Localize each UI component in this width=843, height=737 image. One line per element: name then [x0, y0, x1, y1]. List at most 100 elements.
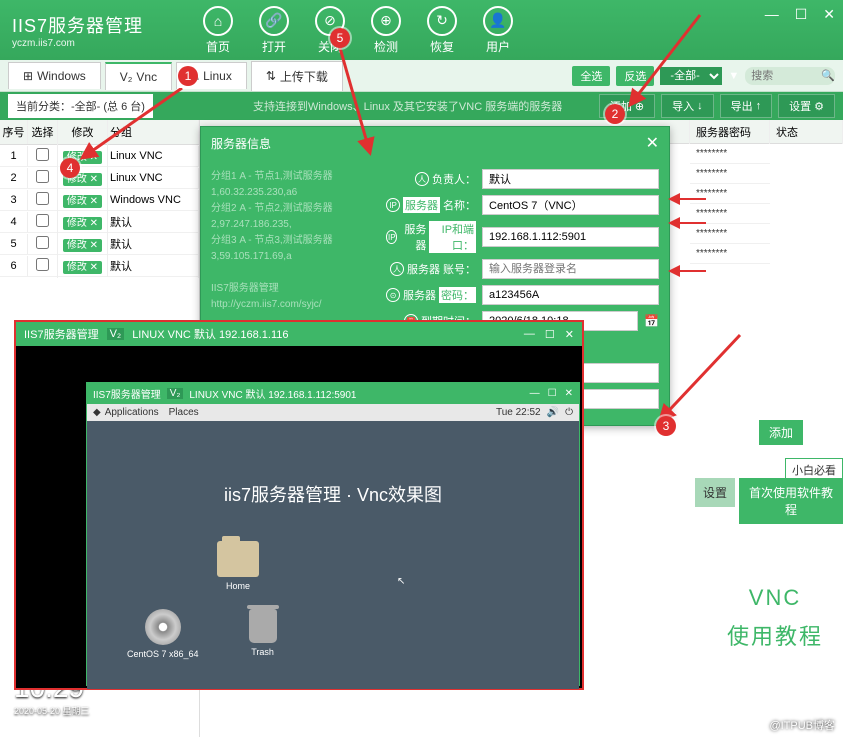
- windows-icon: ⊞: [23, 69, 33, 83]
- folder-icon: [217, 541, 259, 577]
- nav-open[interactable]: 🔗打开: [259, 6, 289, 55]
- ip-icon: IP: [386, 230, 397, 244]
- logo: IIS7服务器管理 yczm.iis7.com: [12, 12, 143, 49]
- password-mask: ********: [690, 144, 770, 164]
- vnc-inner-titlebar[interactable]: IIS7服务器管理 V₂ LINUX VNC 默认 192.168.1.112:…: [87, 383, 579, 404]
- password-mask: ********: [690, 224, 770, 244]
- gnome-places[interactable]: Places: [169, 407, 199, 418]
- app-url: yczm.iis7.com: [12, 38, 143, 49]
- name-input[interactable]: [482, 195, 659, 215]
- transfer-icon: ⇅: [266, 69, 276, 83]
- vnc-inner-min-icon[interactable]: —: [530, 388, 540, 399]
- nav-detect[interactable]: ⊕检测: [371, 6, 401, 55]
- vnc-badge: V₂: [107, 328, 125, 340]
- edit-button[interactable]: 修改 ✕: [63, 195, 102, 208]
- cursor-icon: ↖: [397, 576, 405, 587]
- tab-vnc[interactable]: V₂Vnc: [105, 62, 172, 90]
- edit-button[interactable]: 修改 ✕: [63, 239, 102, 252]
- window-controls: — ☐ ✕: [765, 6, 835, 23]
- import-button[interactable]: 导入↓: [661, 94, 714, 118]
- vnc-outer-titlebar[interactable]: IIS7服务器管理 V₂ LINUX VNC 默认 192.168.1.116 …: [16, 322, 582, 346]
- vnc-badge-inner: V₂: [167, 388, 184, 399]
- app-header: IIS7服务器管理 yczm.iis7.com ⌂首页 🔗打开 ⊘关闭 ⊕检测 …: [0, 0, 843, 60]
- gnome-logo-icon[interactable]: ◆: [93, 407, 101, 418]
- trash-icon-item[interactable]: Trash: [249, 609, 277, 659]
- minimize-icon[interactable]: —: [765, 6, 779, 23]
- select-all-button[interactable]: 全选: [572, 66, 610, 86]
- nav-user[interactable]: 👤用户: [483, 6, 513, 55]
- row-checkbox[interactable]: [36, 236, 49, 249]
- search-icon[interactable]: 🔍: [821, 69, 835, 82]
- tab-transfer[interactable]: ⇅上传下载: [251, 61, 343, 91]
- desktop-caption: iis7服务器管理 · Vnc效果图: [224, 481, 442, 507]
- annotation-2: 2: [605, 104, 625, 124]
- vnc-min-icon[interactable]: —: [524, 328, 535, 341]
- gnome-applications[interactable]: Applications: [105, 407, 159, 418]
- table-row[interactable]: 4修改 ✕默认: [0, 211, 199, 233]
- hint-text: 支持连接到Windows、Linux 及其它安装了VNC 服务端的服务器: [253, 98, 562, 114]
- import-icon: ↓: [697, 100, 703, 112]
- table-row[interactable]: 3修改 ✕Windows VNC: [0, 189, 199, 211]
- tab-bar: ⊞Windows V₂Vnc ΔLinux ⇅上传下载 全选 反选 -全部- ▼…: [0, 60, 843, 92]
- password-mask: ********: [690, 244, 770, 264]
- invert-select-button[interactable]: 反选: [616, 66, 654, 86]
- user-input[interactable]: [482, 259, 659, 279]
- person-icon: 人: [415, 172, 429, 186]
- gnome-top-bar: ◆ Applications Places Tue 22:52🔊⏻: [87, 404, 579, 421]
- dialog-add-button[interactable]: 添加: [759, 420, 803, 445]
- row-checkbox[interactable]: [36, 258, 49, 271]
- table-header: 序号 选择 修改 分组: [0, 120, 199, 145]
- password-mask: ********: [690, 204, 770, 224]
- owner-input[interactable]: [482, 169, 659, 189]
- home-folder[interactable]: Home: [217, 541, 259, 591]
- nav-restore[interactable]: ↻恢复: [427, 6, 457, 55]
- edit-button[interactable]: 修改 ✕: [63, 261, 102, 274]
- first-use-tutorial[interactable]: 首次使用软件教程: [739, 478, 843, 524]
- account-icon: 人: [390, 262, 404, 276]
- app-title: IIS7服务器管理: [12, 12, 143, 38]
- annotation-3: 3: [656, 416, 676, 436]
- volume-icon[interactable]: 🔊: [547, 407, 559, 418]
- row-checkbox[interactable]: [36, 148, 49, 161]
- dialog-close-icon[interactable]: ✕: [646, 133, 659, 153]
- maximize-icon[interactable]: ☐: [795, 6, 808, 23]
- vnc-inner-close-icon[interactable]: ✕: [565, 388, 573, 399]
- vnc-close-icon[interactable]: ✕: [565, 328, 574, 341]
- password-mask: ********: [690, 184, 770, 204]
- row-checkbox[interactable]: [36, 192, 49, 205]
- server-icon: IP: [386, 198, 400, 212]
- export-button[interactable]: 导出↑: [720, 94, 773, 118]
- calendar-picker-icon[interactable]: 📅: [644, 314, 659, 328]
- ip-input[interactable]: [482, 227, 659, 247]
- table-row[interactable]: 2修改 ✕Linux VNC: [0, 167, 199, 189]
- sub-toolbar: 当前分类：-全部- (总 6 台) 支持连接到Windows、Linux 及其它…: [0, 92, 843, 120]
- dialog-title: 服务器信息: [211, 135, 271, 152]
- close-window-icon[interactable]: ✕: [823, 6, 835, 23]
- plus-icon: ⊕: [635, 100, 644, 113]
- power-icon[interactable]: ⏻: [565, 407, 573, 418]
- lock-icon: ⊙: [386, 288, 400, 302]
- gear-icon: ⚙: [814, 100, 824, 113]
- password-mask: ********: [690, 164, 770, 184]
- pwd-input[interactable]: [482, 285, 659, 305]
- vnc-desktop[interactable]: iis7服务器管理 · Vnc效果图 Home CentOS 7 x86_64 …: [87, 421, 579, 689]
- row-checkbox[interactable]: [36, 170, 49, 183]
- edit-button[interactable]: 修改 ✕: [63, 217, 102, 230]
- vnc-max-icon[interactable]: ☐: [545, 328, 555, 341]
- disc-icon-item[interactable]: CentOS 7 x86_64: [127, 609, 199, 659]
- user-icon: 👤: [483, 6, 513, 36]
- category-label: 当前分类：-全部- (总 6 台): [8, 94, 153, 118]
- vnc-inner-max-icon[interactable]: ☐: [548, 388, 557, 399]
- row-checkbox[interactable]: [36, 214, 49, 227]
- side-setting-button[interactable]: 设置: [695, 478, 735, 507]
- filter-select[interactable]: -全部-: [660, 67, 722, 85]
- table-row[interactable]: 5修改 ✕默认: [0, 233, 199, 255]
- detect-icon: ⊕: [371, 6, 401, 36]
- table-row[interactable]: 1修改 ✕Linux VNC: [0, 145, 199, 167]
- link-icon: 🔗: [259, 6, 289, 36]
- table-row[interactable]: 6修改 ✕默认: [0, 255, 199, 277]
- tab-windows[interactable]: ⊞Windows: [8, 62, 101, 89]
- vnc-icon: V₂: [120, 70, 133, 84]
- settings-button[interactable]: 设置⚙: [778, 94, 835, 118]
- nav-home[interactable]: ⌂首页: [203, 6, 233, 55]
